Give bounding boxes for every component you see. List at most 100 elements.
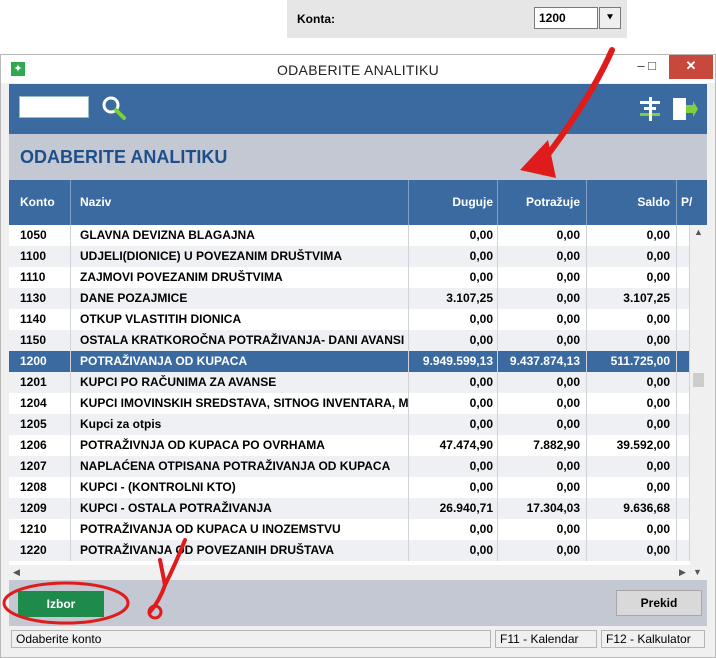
cell-konto: 1205 [9, 414, 71, 435]
cell-potrazuje: 0,00 [498, 519, 587, 540]
table-header: Konto Naziv Duguje Potražuje Saldo P/ [9, 180, 707, 225]
cell-konto: 1200 [9, 351, 71, 372]
cell-naziv: UDJELI(DIONICE) U POVEZANIM DRUŠTVIMA [71, 246, 409, 267]
cell-extra [677, 246, 690, 267]
maximize-button[interactable]: □ [637, 55, 667, 79]
column-header-saldo[interactable]: Saldo [587, 180, 677, 225]
cell-naziv: Kupci za otpis [71, 414, 409, 435]
table-row[interactable]: 1110 ZAJMOVI POVEZANIM DRUŠTVIMA 0,00 0,00 0… [9, 267, 690, 288]
cell-saldo: 0,00 [587, 372, 677, 393]
cell-extra [677, 351, 690, 372]
status-hint: Odaberite konto [11, 630, 491, 648]
column-header-potrazuje[interactable]: Potražuje [498, 180, 587, 225]
cell-extra [677, 309, 690, 330]
cell-konto: 1206 [9, 435, 71, 456]
cell-saldo: 0,00 [587, 309, 677, 330]
table-row[interactable]: 1200 POTRAŽIVANJA OD KUPACA 9.949.599,13 9.… [9, 351, 690, 372]
cell-duguje: 26.940,71 [409, 498, 498, 519]
title-bar: ✦ ODABERITE ANALITIKU – □ ✕ [1, 55, 715, 83]
column-header-extra[interactable]: P/ [677, 180, 707, 225]
cell-konto: 1130 [9, 288, 71, 309]
cell-naziv: POTRAŽIVANJA OD KUPACA U INOZEMSTVU [71, 519, 409, 540]
table-row[interactable]: 1130 DANE POZAJMICE 3.107,25 0,00 3.107,25 [9, 288, 690, 309]
dropdown-arrow-icon[interactable]: ⯆ [599, 7, 621, 29]
footer-bar: Izbor Prekid [9, 580, 707, 626]
konta-input[interactable]: 1200 [534, 7, 598, 29]
status-bar: Odaberite konto F11 - Kalendar F12 - Kal… [9, 630, 707, 650]
table-row[interactable]: 1100 UDJELI(DIONICE) U POVEZANIM DRUŠTVIM… [9, 246, 690, 267]
scrollbar-thumb[interactable] [693, 373, 704, 387]
cell-saldo: 0,00 [587, 267, 677, 288]
vertical-scrollbar[interactable]: ▲ [690, 225, 707, 580]
cell-saldo: 0,00 [587, 540, 677, 561]
page-title: ODABERITE ANALITIKU [20, 147, 228, 167]
konta-label: Konta: [297, 12, 335, 26]
column-header-naziv[interactable]: Naziv [71, 180, 409, 225]
scroll-right-icon[interactable]: ▶ [679, 567, 686, 578]
cell-extra [677, 288, 690, 309]
search-input[interactable] [19, 96, 89, 118]
cell-duguje: 0,00 [409, 267, 498, 288]
table-row[interactable]: 1204 KUPCI IMOVINSKIH SREDSTAVA, SITNOG I… [9, 393, 690, 414]
konta-field-bar: Konta: 1200 ⯆ [287, 0, 627, 38]
cell-naziv: OTKUP VLASTITIH DIONICA [71, 309, 409, 330]
table-row[interactable]: 1207 NAPLAĆENA OTPISANA POTRAŽIVANJA OD K… [9, 456, 690, 477]
column-header-konto[interactable]: Konto [9, 180, 71, 225]
table-row[interactable]: 1140 OTKUP VLASTITIH DIONICA 0,00 0,00 0,00 [9, 309, 690, 330]
cell-duguje: 0,00 [409, 456, 498, 477]
cell-naziv: OSTALA KRATKOROČNA POTRAŽIVANJA- DANI AV… [71, 330, 409, 351]
cell-duguje: 0,00 [409, 414, 498, 435]
filter-icon[interactable] [637, 95, 663, 123]
cell-saldo: 0,00 [587, 330, 677, 351]
table-row[interactable]: 1206 POTRAŽIVNJA OD KUPACA PO OVRHAMA 47.4… [9, 435, 690, 456]
cell-saldo: 0,00 [587, 246, 677, 267]
close-button[interactable]: ✕ [669, 55, 713, 79]
cell-extra [677, 540, 690, 561]
table-row[interactable]: 1220 POTRAŽIVANJA OD POVEZANIH DRUŠTAVA 0,… [9, 540, 690, 561]
scroll-down-icon[interactable]: ▼ [693, 567, 702, 577]
cell-duguje: 0,00 [409, 540, 498, 561]
table-row[interactable]: 1150 OSTALA KRATKOROČNA POTRAŽIVANJA- DAN… [9, 330, 690, 351]
cell-naziv: POTRAŽIVANJA OD POVEZANIH DRUŠTAVA [71, 540, 409, 561]
table-row[interactable]: 1205 Kupci za otpis 0,00 0,00 0,00 [9, 414, 690, 435]
horizontal-scrollbar[interactable]: ◀ ▶ ▼ [9, 565, 707, 580]
cell-konto: 1220 [9, 540, 71, 561]
cell-potrazuje: 0,00 [498, 246, 587, 267]
prekid-button[interactable]: Prekid [616, 590, 702, 616]
cell-duguje: 9.949.599,13 [409, 351, 498, 372]
status-f12: F12 - Kalkulator [601, 630, 705, 648]
scroll-up-icon[interactable]: ▲ [694, 227, 703, 237]
cell-saldo: 0,00 [587, 456, 677, 477]
select-analytics-window: ✦ ODABERITE ANALITIKU – □ ✕ ODABERITE AN… [0, 54, 716, 658]
table-row[interactable]: 1208 KUPCI - (KONTROLNI KTO) 0,00 0,00 0,00 [9, 477, 690, 498]
table-row[interactable]: 1201 KUPCI PO RAČUNIMA ZA AVANSE 0,00 0,00 0… [9, 372, 690, 393]
exit-icon[interactable] [671, 95, 699, 123]
cell-duguje: 0,00 [409, 309, 498, 330]
cell-konto: 1207 [9, 456, 71, 477]
cell-potrazuje: 17.304,03 [498, 498, 587, 519]
cell-extra [677, 519, 690, 540]
cell-saldo: 39.592,00 [587, 435, 677, 456]
scroll-left-icon[interactable]: ◀ [13, 567, 20, 578]
cell-potrazuje: 0,00 [498, 225, 587, 246]
table-body: 1050 GLAVNA DEVIZNA BLAGAJNA 0,00 0,00 0,00 1… [9, 225, 690, 561]
cell-konto: 1150 [9, 330, 71, 351]
izbor-button[interactable]: Izbor [18, 591, 104, 617]
cell-extra [677, 330, 690, 351]
cell-extra [677, 372, 690, 393]
page-header: ODABERITE ANALITIKU [9, 134, 707, 180]
cell-potrazuje: 0,00 [498, 414, 587, 435]
cell-potrazuje: 9.437.874,13 [498, 351, 587, 372]
table-row[interactable]: 1209 KUPCI - OSTALA POTRAŽIVANJA 26.940,71… [9, 498, 690, 519]
cell-extra [677, 267, 690, 288]
cell-konto: 1140 [9, 309, 71, 330]
search-icon[interactable] [101, 95, 127, 121]
cell-naziv: POTRAŽIVNJA OD KUPACA PO OVRHAMA [71, 435, 409, 456]
cell-duguje: 0,00 [409, 330, 498, 351]
column-header-duguje[interactable]: Duguje [409, 180, 498, 225]
cell-duguje: 3.107,25 [409, 288, 498, 309]
table-row[interactable]: 1050 GLAVNA DEVIZNA BLAGAJNA 0,00 0,00 0,00 [9, 225, 690, 246]
table-row[interactable]: 1210 POTRAŽIVANJA OD KUPACA U INOZEMSTVU 0… [9, 519, 690, 540]
cell-konto: 1208 [9, 477, 71, 498]
cell-konto: 1100 [9, 246, 71, 267]
